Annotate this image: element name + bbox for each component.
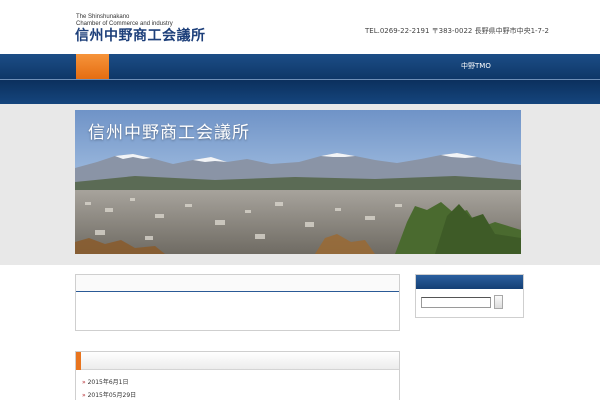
sidebar-search-widget bbox=[415, 274, 524, 318]
news-item: » 2015年05月29日 bbox=[76, 389, 399, 400]
sidebar-search-heading bbox=[416, 275, 523, 289]
news-bullet-icon: » bbox=[82, 392, 86, 399]
nav-item-3[interactable] bbox=[191, 54, 203, 79]
nav-item-2[interactable] bbox=[155, 54, 167, 79]
news-item: » 2015年6月1日 bbox=[76, 376, 399, 389]
news-heading bbox=[76, 352, 399, 370]
nav-item-6[interactable] bbox=[323, 54, 335, 79]
info-box bbox=[75, 274, 400, 331]
site-header: The Shinshunakano Chamber of Commerce an… bbox=[0, 0, 600, 54]
logo-japanese[interactable]: 信州中野商工会議所 bbox=[75, 25, 206, 45]
search-button[interactable] bbox=[494, 295, 503, 309]
nav-item-home[interactable] bbox=[76, 54, 109, 79]
nav-item-9[interactable] bbox=[419, 54, 431, 79]
nav-divider bbox=[0, 79, 600, 80]
nav-item-tmo[interactable]: 中野TMO bbox=[455, 54, 497, 79]
nav-item-7[interactable] bbox=[359, 54, 371, 79]
search-form bbox=[421, 295, 521, 309]
nav-item-row2-2[interactable] bbox=[111, 79, 123, 104]
hero-title: 信州中野商工会議所 bbox=[88, 123, 250, 143]
nav-item-4[interactable] bbox=[251, 54, 263, 79]
news-bullet-icon: » bbox=[82, 379, 86, 386]
info-text bbox=[76, 292, 399, 304]
nav-item-row2-1[interactable] bbox=[75, 79, 87, 104]
news-box: » 2015年6月1日 » 2015年05月29日 bbox=[75, 351, 400, 400]
logo-english-line1: The Shinshunakano bbox=[76, 14, 130, 20]
nav-item-8[interactable] bbox=[387, 54, 399, 79]
search-input[interactable] bbox=[421, 297, 491, 308]
news-date: 2015年05月29日 bbox=[87, 392, 137, 399]
header-contact: TEL.0269-22-2191 〒383-0022 長野県中野市中央1-7-2 bbox=[365, 27, 549, 35]
nav-item-5[interactable] bbox=[283, 54, 295, 79]
nav-item-1[interactable] bbox=[111, 54, 123, 79]
news-date: 2015年6月1日 bbox=[87, 379, 129, 386]
hero-banner: 信州中野商工会議所 bbox=[75, 110, 521, 254]
info-heading bbox=[76, 275, 399, 292]
